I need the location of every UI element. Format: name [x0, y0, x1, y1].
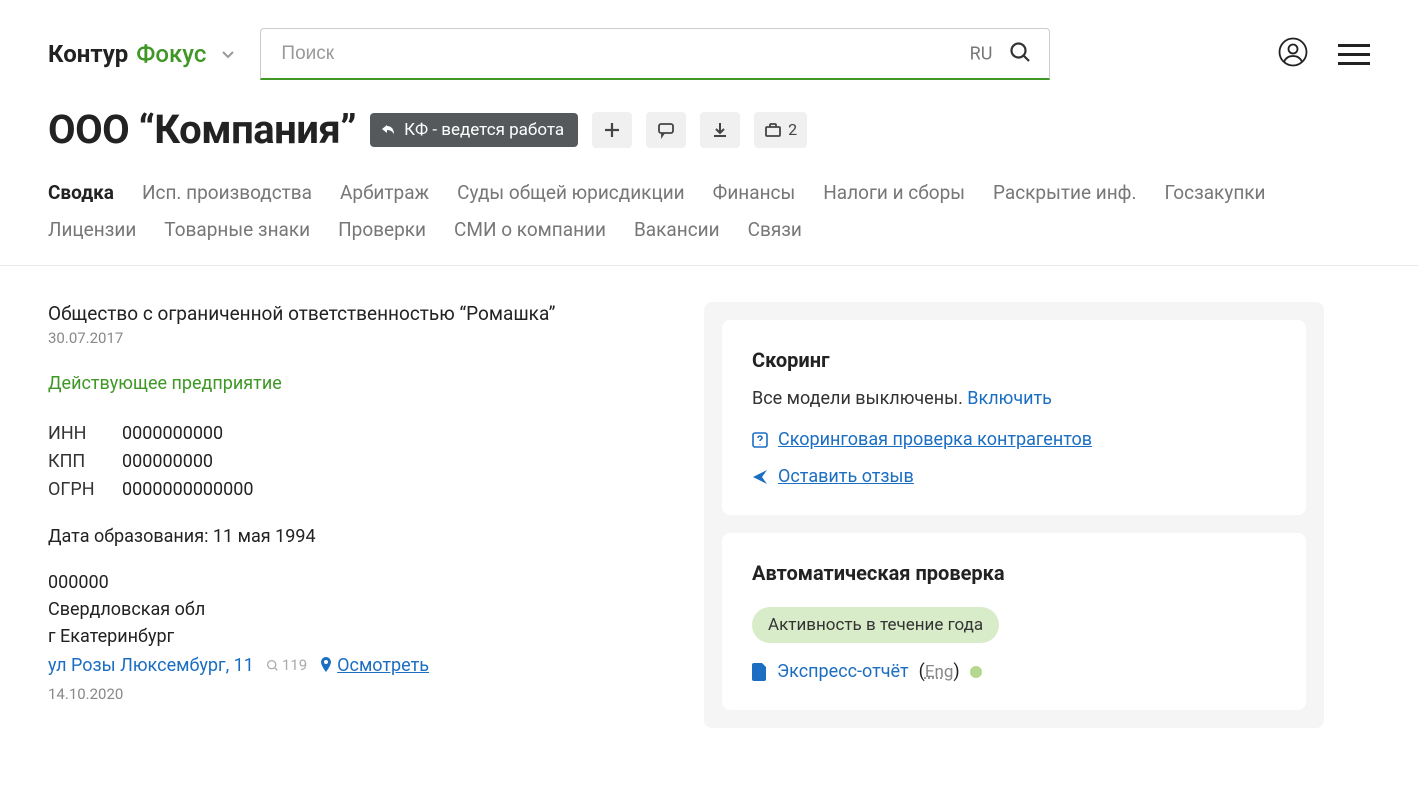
comment-icon	[657, 121, 675, 139]
logo-focus: Фокус	[136, 40, 206, 68]
tab-inspections[interactable]: Проверки	[338, 218, 426, 241]
title-row: ООО “Компания” КФ - ведется работа 2	[0, 98, 1418, 153]
eng-wrap: (Eng)	[919, 661, 960, 682]
tab-vacancies[interactable]: Вакансии	[634, 218, 720, 241]
sidebar-cards: Скоринг Все модели выключены. Включить С…	[704, 302, 1324, 728]
search-input[interactable]	[260, 28, 1050, 80]
header-right	[1278, 37, 1370, 71]
ogrn-value: 0000000000000	[122, 476, 254, 504]
region: Свердловская обл	[48, 596, 668, 623]
comment-button[interactable]	[646, 112, 686, 148]
scoring-text: Все модели выключены. Включить	[752, 388, 1276, 409]
briefcase-count: 2	[788, 120, 797, 139]
activity-pill: Активность в течение года	[752, 607, 999, 643]
tab-arbitration[interactable]: Арбитраж	[340, 181, 429, 204]
document-icon	[752, 663, 767, 681]
scoring-feedback-link[interactable]: Оставить отзыв	[752, 466, 1276, 487]
tab-connections[interactable]: Связи	[748, 218, 802, 241]
briefcase-button[interactable]: 2	[754, 112, 807, 148]
question-icon	[752, 432, 768, 448]
auto-check-card: Автоматическая проверка Активность в теч…	[722, 533, 1306, 710]
scoring-card: Скоринг Все модели выключены. Включить С…	[722, 320, 1306, 515]
eng-link[interactable]: Eng	[925, 662, 954, 682]
inspect-link[interactable]: Осмотреть	[319, 652, 429, 679]
kpp-value: 000000000	[122, 448, 213, 476]
pin-icon	[319, 657, 333, 673]
company-details: Общество с ограниченной ответственностью…	[48, 302, 668, 705]
company-status: Действующее предприятие	[48, 373, 668, 394]
scoring-check-link[interactable]: Скоринговая проверка контрагентов	[752, 429, 1276, 450]
postal-code: 000000	[48, 569, 668, 596]
chevron-down-icon[interactable]	[220, 40, 236, 68]
search-icon[interactable]	[1008, 40, 1032, 68]
views-count: 119	[266, 654, 307, 677]
street-link[interactable]: ул Розы Люксембург, 11	[48, 652, 254, 679]
add-button[interactable]	[592, 112, 632, 148]
tabs: Сводка Исп. производства Арбитраж Суды о…	[0, 153, 1418, 265]
address-date: 14.10.2020	[48, 683, 668, 706]
tab-media[interactable]: СМИ о компании	[454, 218, 606, 241]
user-icon[interactable]	[1278, 37, 1308, 71]
search-lang-toggle[interactable]: RU	[970, 44, 993, 65]
kpp-row: КПП 000000000	[48, 448, 668, 476]
content: Общество с ограниченной ответственностью…	[0, 266, 1418, 764]
send-icon	[752, 469, 768, 485]
registration-block: ИНН 0000000000 КПП 000000000 ОГРН 000000…	[48, 420, 668, 504]
plus-icon	[603, 121, 621, 139]
status-badge-label: КФ - ведется работа	[404, 120, 564, 140]
tab-summary[interactable]: Сводка	[48, 181, 114, 204]
inn-value: 0000000000	[122, 420, 223, 448]
tab-trademarks[interactable]: Товарные знаки	[164, 218, 310, 241]
formation-row: Дата образования: 11 мая 1994	[48, 526, 668, 547]
street-row: ул Розы Люксембург, 11 119 Осмотреть	[48, 652, 668, 679]
menu-icon[interactable]	[1338, 44, 1370, 65]
tab-taxes[interactable]: Налоги и сборы	[823, 181, 965, 204]
briefcase-icon	[764, 121, 782, 139]
ogrn-row: ОГРН 0000000000000	[48, 476, 668, 504]
tab-licenses[interactable]: Лицензии	[48, 218, 136, 241]
download-icon	[711, 121, 729, 139]
company-full-name: Общество с ограниченной ответственностью…	[48, 302, 668, 325]
tab-courts[interactable]: Суды общей юрисдикции	[457, 181, 685, 204]
kpp-label: КПП	[48, 448, 104, 476]
formation-date: 11 мая 1994	[213, 526, 316, 547]
report-row: Экспресс-отчёт (Eng)	[752, 661, 1276, 682]
company-title: ООО “Компания”	[48, 106, 356, 153]
header: Контур Фокус RU	[0, 0, 1418, 98]
search-small-icon	[266, 659, 279, 672]
status-badge[interactable]: КФ - ведется работа	[370, 113, 578, 147]
logo-kontour: Контур	[48, 40, 128, 68]
ogrn-label: ОГРН	[48, 476, 104, 504]
formation-label: Дата образования:	[48, 526, 208, 547]
tab-disclosure[interactable]: Раскрытие инф.	[993, 181, 1136, 204]
scoring-enable-link[interactable]: Включить	[967, 388, 1052, 409]
inn-label: ИНН	[48, 420, 104, 448]
express-report-link[interactable]: Экспресс-отчёт	[777, 661, 909, 682]
tab-enforcement[interactable]: Исп. производства	[142, 181, 312, 204]
tab-finance[interactable]: Финансы	[713, 181, 796, 204]
tab-procurement[interactable]: Госзакупки	[1164, 181, 1265, 204]
reply-arrow-icon	[380, 122, 396, 138]
address-block: 000000 Свердловская обл г Екатеринбург у…	[48, 569, 668, 706]
logo[interactable]: Контур Фокус	[48, 40, 236, 68]
scoring-links: Скоринговая проверка контрагентов Остави…	[752, 429, 1276, 487]
company-reg-date: 30.07.2017	[48, 329, 668, 347]
search-container: RU	[260, 28, 1050, 80]
auto-check-title: Автоматическая проверка	[752, 561, 1276, 585]
inn-row: ИНН 0000000000	[48, 420, 668, 448]
status-dot-icon	[970, 666, 982, 678]
city: г Екатеринбург	[48, 623, 668, 650]
download-button[interactable]	[700, 112, 740, 148]
scoring-title: Скоринг	[752, 348, 1276, 372]
